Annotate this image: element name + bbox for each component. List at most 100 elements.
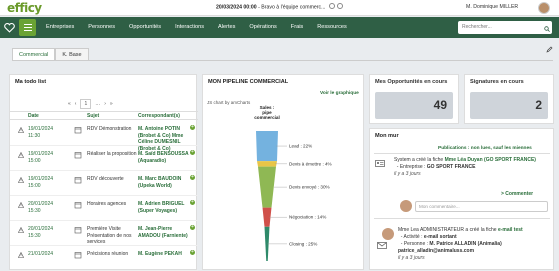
add-icon[interactable]: +: [190, 250, 195, 255]
add-icon[interactable]: +: [190, 200, 195, 205]
add-icon[interactable]: +: [190, 225, 195, 230]
app-logo[interactable]: efficy: [7, 1, 42, 15]
check-icon: [74, 152, 82, 159]
funnel-segment[interactable]: [258, 166, 276, 208]
add-icon[interactable]: +: [190, 125, 195, 130]
post1-link[interactable]: Mme Léa Duyan (GO SPORT FRANCE): [445, 157, 536, 163]
pipeline-panel: MON PIPELINE COMMERCIAL Voir le graphiqu…: [202, 74, 364, 270]
user-name[interactable]: M. Dominique MILLER: [466, 4, 518, 10]
row-contacts[interactable]: M. Adrien BRIGUEL (Super Voyages): [138, 201, 193, 214]
row-subject[interactable]: Horaires agences: [87, 201, 137, 208]
row-subject[interactable]: RDV découverte: [87, 176, 137, 183]
todo-panel: Ma todo list « ‹ 1 … › » Date Sujet Corr…: [9, 74, 198, 271]
post1-label: - Entreprise :: [396, 164, 427, 170]
nav-item-interactions[interactable]: Interactions: [175, 24, 204, 30]
funnel-label: Devis envoyé : 30%: [289, 185, 330, 190]
post2-label: - Activité :: [400, 234, 424, 240]
comment-link[interactable]: > Commenter: [501, 191, 533, 197]
warning-icon: [18, 152, 24, 158]
row-date: 19/01/2024 11:30: [28, 126, 54, 139]
row-contacts[interactable]: M. Saïd BENSOUSSA (Aquaradio): [138, 151, 193, 164]
prev-page-icon[interactable]: ‹: [75, 101, 77, 107]
comment-input[interactable]: Mon commentaire...: [415, 201, 548, 212]
table-row[interactable]: 20/01/2024 15:30 Première Visite Présentat…: [10, 221, 198, 246]
col-contacts[interactable]: Correspondant(s): [138, 113, 180, 119]
post1-text: System a créé la fiche Mme Léa Duyan (GO…: [394, 157, 550, 178]
col-subject[interactable]: Sujet: [87, 113, 99, 119]
ticker-prev-icon[interactable]: [328, 3, 335, 9]
funnel-segment[interactable]: [256, 131, 278, 162]
post1-company[interactable]: GO SPORT FRANCE: [427, 164, 476, 170]
wall-title: Mon mur: [375, 133, 399, 139]
ticker-next-icon[interactable]: [336, 3, 343, 9]
nav-item-personnes[interactable]: Personnes: [88, 24, 115, 30]
table-row[interactable]: 19/01/2024 15:00 Réaliser la proposition M.…: [10, 146, 198, 171]
last-page-icon[interactable]: »: [110, 101, 113, 107]
news-ticker: 20/03/2024 00:00 - Bravo à l'équipe comm…: [216, 3, 343, 11]
row-contacts[interactable]: M. Jean-Pierre AMADOU (Farniente): [138, 226, 193, 239]
post2-person[interactable]: M. Patrice ALLADIN (Animalia): [429, 241, 501, 247]
nav-item-opportunites[interactable]: Opportunités: [129, 24, 161, 30]
kpi-signatures-title: Signatures en cours: [470, 79, 524, 85]
wall-filter[interactable]: Publications : non lues, sauf les mienne…: [438, 146, 532, 151]
add-icon[interactable]: +: [190, 150, 195, 155]
wall-panel: Mon mur Publications : non lues, sauf le…: [369, 128, 554, 270]
next-page-icon[interactable]: ›: [104, 101, 106, 107]
favorites-icon[interactable]: [4, 22, 15, 33]
first-page-icon[interactable]: «: [68, 101, 71, 107]
funnel-label: Devis à émettre : 4%: [289, 161, 332, 166]
nav-item-frais[interactable]: Frais: [291, 24, 303, 30]
nav-item-operations[interactable]: Opérations: [249, 24, 276, 30]
ticker-text: - Bravo à l'équipe commerc...: [256, 4, 326, 11]
kpi-opportunities-title: Mes Opportunités en cours: [375, 79, 448, 85]
kpi-opportunities: Mes Opportunités en cours 49: [369, 74, 459, 124]
todo-pager: « ‹ 1 … › »: [68, 99, 113, 109]
avatar: [382, 228, 394, 240]
top-bar: efficy 20/03/2024 00:00 - Bravo à l'équi…: [0, 0, 559, 16]
col-date[interactable]: Date: [28, 113, 39, 119]
funnel-label: Lead : 22%: [289, 144, 312, 149]
nav-item-entreprises[interactable]: Entreprises: [46, 24, 74, 30]
kpi-signatures-value[interactable]: 2: [470, 92, 548, 119]
table-row[interactable]: 20/01/2024 15:30 Horaires agences M. Adrien…: [10, 196, 198, 221]
menu-button[interactable]: [19, 19, 36, 36]
row-date: 19/01/2024 15:00: [28, 176, 54, 189]
post2-label: - Personne :: [400, 241, 430, 247]
funnel-segment[interactable]: [257, 161, 277, 167]
row-date: 20/01/2024 15:30: [28, 201, 54, 214]
nav-item-ressources[interactable]: Ressources: [317, 24, 347, 30]
row-date: 20/01/2024 15:30: [28, 226, 54, 239]
kpi-signatures: Signatures en cours 2: [464, 74, 554, 124]
view-chart-link[interactable]: Voir le graphique: [320, 91, 359, 96]
calendar-icon: [74, 127, 82, 134]
row-subject[interactable]: Première Visite Présentation de nos serv…: [87, 226, 137, 246]
warning-icon: [18, 127, 24, 133]
nav-item-alertes[interactable]: Alertes: [218, 24, 235, 30]
search-input[interactable]: Rechercher...: [458, 21, 552, 34]
warning-icon: [18, 252, 24, 258]
row-subject[interactable]: RDV Démonstration: [87, 126, 137, 133]
user-avatar[interactable]: [538, 2, 550, 14]
post2-email[interactable]: patrice_alladin@animaluss.com: [398, 248, 474, 254]
add-icon[interactable]: +: [190, 175, 195, 180]
row-subject[interactable]: Précisions réunion: [87, 251, 137, 258]
post2-link[interactable]: e-mail test: [498, 227, 523, 233]
row-contacts[interactable]: M. Eugène PEKAH: [138, 251, 193, 258]
edit-icon[interactable]: [546, 46, 553, 53]
table-row[interactable]: 19/01/2024 15:00 RDV découverte M. Marc BAU…: [10, 171, 198, 196]
table-row[interactable]: 19/01/2024 11:30 RDV Démonstration M. Antoi…: [10, 121, 198, 152]
warning-icon: [18, 202, 24, 208]
main-nav: Entreprises Personnes Opportunités Inter…: [0, 17, 559, 38]
page-number[interactable]: 1: [80, 99, 92, 109]
kpi-opportunities-value[interactable]: 49: [375, 92, 453, 119]
ticker-date: 20/03/2024 00:00: [216, 4, 257, 11]
row-contacts[interactable]: M. Marc BAUDOIN (Upeka World): [138, 176, 193, 189]
wall-divider: [374, 153, 550, 154]
avatar: [400, 200, 412, 212]
calendar-icon: [74, 177, 82, 184]
search-icon[interactable]: [544, 26, 550, 32]
pipeline-title: MON PIPELINE COMMERCIAL: [208, 79, 289, 85]
row-subject[interactable]: Réaliser la proposition: [87, 151, 137, 158]
table-row[interactable]: 21/01/2024 Précisions réunion M. Eugène PE…: [10, 246, 198, 271]
calendar-icon: [74, 252, 82, 259]
